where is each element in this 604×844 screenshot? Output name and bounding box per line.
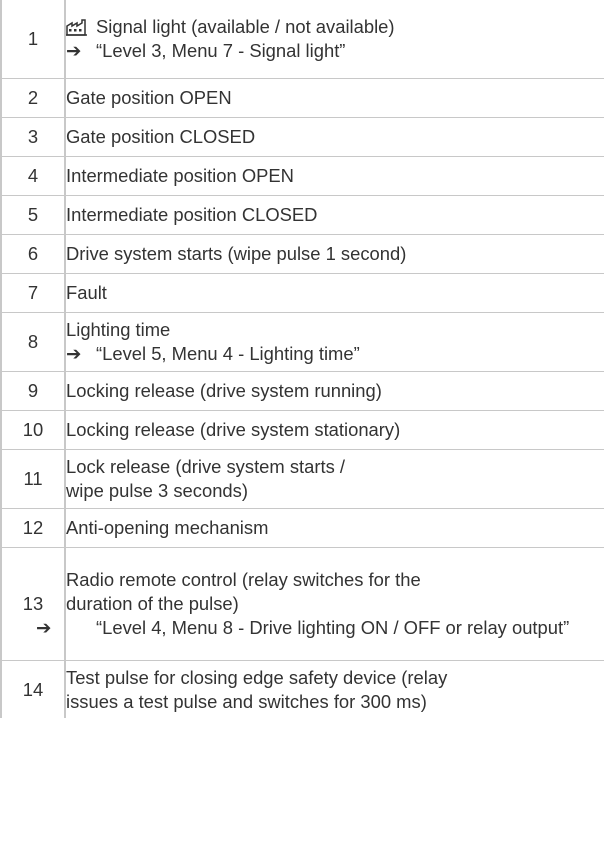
table-row: 3 Gate position CLOSED [0,117,604,157]
row-text-line: Radio remote control (relay switches for… [66,569,421,590]
table-row: 1 Signal light (available / not availabl… [0,0,604,79]
cross-reference: ➔ “Level 5, Menu 4 - Lighting time” [66,342,604,366]
table-row: 7 Fault [0,273,604,313]
row-number: 2 [0,78,66,118]
row-text: Intermediate position OPEN [65,156,604,196]
row-number: 13 [0,547,66,661]
row-text: Anti-opening mechanism [65,508,604,548]
row-text: Signal light (available / not available) [96,16,395,37]
row-number: 9 [0,371,66,411]
table-row: 8 Lighting time ➔ “Level 5, Menu 4 - Ligh… [0,312,604,372]
row-number: 10 [0,410,66,450]
row-text: Gate position OPEN [65,78,604,118]
factory-setting-icon [66,18,96,36]
relay-function-table: 1 Signal light (available / not availabl… [0,0,604,718]
table-row: 11 Lock release (drive system starts / w… [0,449,604,509]
reference-text: “Level 4, Menu 8 - Drive lighting ON / O… [96,617,570,638]
table-row: 13 Radio remote control (relay switches … [0,547,604,661]
row-description: Test pulse for closing edge safety devic… [65,660,604,718]
row-number: 6 [0,234,66,274]
arrow-right-icon: ➔ [36,617,52,638]
row-text: Locking release (drive system stationary… [65,410,604,450]
row-number: 3 [0,117,66,157]
table-row: 9 Locking release (drive system running) [0,371,604,411]
row-text-line: Test pulse for closing edge safety devic… [66,666,448,688]
row-description: Radio remote control (relay switches for… [36,547,604,661]
table-row: 4 Intermediate position OPEN [0,156,604,196]
row-text: Intermediate position CLOSED [65,195,604,235]
cross-reference: ➔ “Level 3, Menu 7 - Signal light” [66,39,604,63]
table-row: 2 Gate position OPEN [0,78,604,118]
row-number: 5 [0,195,66,235]
row-number: 4 [0,156,66,196]
reference-text: “Level 3, Menu 7 - Signal light” [96,40,346,61]
arrow-right-icon: ➔ [66,40,82,61]
row-text: Lighting time [66,319,171,340]
table-row: 12 Anti-opening mechanism [0,508,604,548]
table-row: 10 Locking release (drive system station… [0,410,604,450]
reference-text: “Level 5, Menu 4 - Lighting time” [96,343,360,364]
cross-reference: ➔ “Level 4, Menu 8 - Drive lighting ON / … [36,616,604,640]
row-number: 11 [0,449,66,509]
row-text-line: issues a test pulse and switches for 300… [66,690,427,712]
table-row: 14 Test pulse for closing edge safety de… [0,660,604,718]
row-description: Signal light (available / not available)… [65,0,604,79]
arrow-right-icon: ➔ [66,343,82,364]
table-row: 6 Drive system starts (wipe pulse 1 seco… [0,234,604,274]
row-number: 12 [0,508,66,548]
row-number: 14 [0,660,66,718]
row-text: Drive system starts (wipe pulse 1 second… [65,234,604,274]
row-number: 7 [0,273,66,313]
table-row: 5 Intermediate position CLOSED [0,195,604,235]
row-text-line: wipe pulse 3 seconds) [66,480,248,501]
row-text-line: duration of the pulse) [66,593,239,614]
row-description: Lighting time ➔ “Level 5, Menu 4 - Lighti… [65,312,604,372]
row-text: Fault [65,273,604,313]
row-description: Lock release (drive system starts / wipe… [65,449,604,509]
row-number: 8 [0,312,66,372]
row-text: Locking release (drive system running) [65,371,604,411]
row-text-line: Lock release (drive system starts / [66,456,346,477]
row-text: Gate position CLOSED [65,117,604,157]
row-number: 1 [0,0,66,79]
